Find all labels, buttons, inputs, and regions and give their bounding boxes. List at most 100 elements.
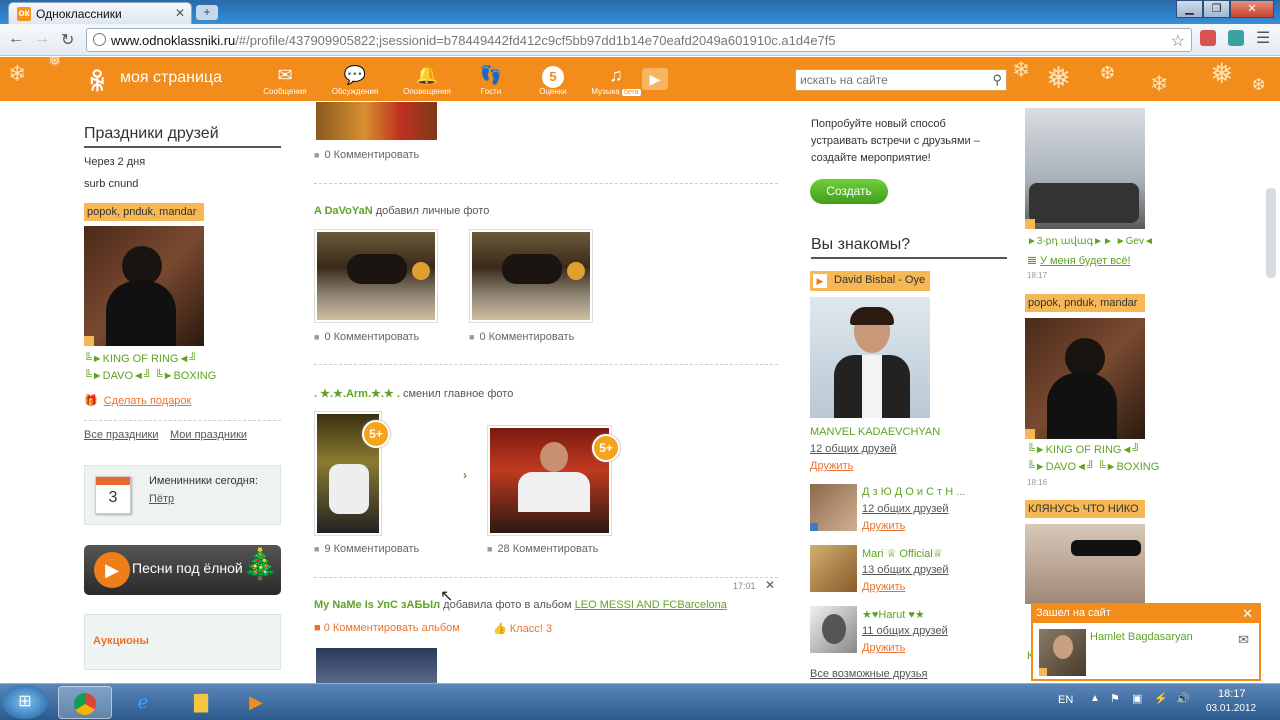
avatar[interactable] bbox=[1039, 629, 1086, 676]
feed-photo[interactable] bbox=[316, 648, 437, 684]
envelope-icon[interactable]: ✉ bbox=[1238, 632, 1249, 648]
common-friends-link[interactable]: 13 общих друзей bbox=[862, 564, 949, 576]
bookmark-star-icon[interactable]: ☆ bbox=[1171, 31, 1185, 51]
maximize-button[interactable]: ❐ bbox=[1203, 0, 1230, 18]
menu-notifications[interactable]: 🔔 Оповещения bbox=[397, 63, 457, 96]
comment-link[interactable]: 0 Комментировать bbox=[314, 149, 419, 161]
auctions-box[interactable]: Аукционы bbox=[84, 614, 281, 670]
rating-badge[interactable]: 5+ bbox=[362, 420, 390, 448]
taskbar: ⊞ ℯ ▇ ▶ EN ▲ ⚑ ▣ ⚡ 🔊 18:17 03.01.2012 bbox=[0, 683, 1280, 720]
window-controls: ▁ ❐ ✕ bbox=[1176, 0, 1274, 18]
scrollbar-thumb[interactable] bbox=[1266, 188, 1276, 278]
menu-messages[interactable]: ✉ Сообщения bbox=[255, 63, 315, 96]
start-button[interactable]: ⊞ bbox=[2, 685, 48, 719]
tray-network-icon[interactable]: ▣ bbox=[1132, 692, 1142, 705]
music-status[interactable]: ▶ David Bisbal - Oye bbox=[810, 271, 930, 291]
tray-power-icon[interactable]: ⚡ bbox=[1154, 692, 1168, 705]
author-link[interactable]: A DaVoYaN bbox=[314, 205, 373, 217]
friend-name-line1[interactable]: ╚►KING OF RING◄╝ bbox=[84, 353, 197, 365]
tab-close-icon[interactable]: ✕ bbox=[175, 6, 185, 20]
add-friend-link[interactable]: Дружить bbox=[810, 460, 853, 472]
author-link[interactable]: My NaMe Is УпС зАБЫл bbox=[314, 599, 440, 611]
suggested-friend-photo[interactable] bbox=[810, 297, 930, 418]
gift-link[interactable]: 🎁 Сделать подарок bbox=[84, 394, 191, 407]
my-holidays-link[interactable]: Мои праздники bbox=[170, 429, 247, 441]
tray-volume-icon[interactable]: 🔊 bbox=[1176, 692, 1190, 705]
friend-name-line2[interactable]: ╚►DAVO◄╝ ╚►BOXING bbox=[84, 370, 216, 382]
suggested-friend-name[interactable]: ★♥Harut ♥★ bbox=[862, 608, 925, 621]
rating-badge[interactable]: 5+ bbox=[592, 434, 620, 462]
songs-banner[interactable]: ▶ Песни под ёлной 🎄 bbox=[84, 545, 281, 595]
address-bar[interactable]: www.odnoklassniki.ru/#/profile/437909905… bbox=[86, 28, 1192, 52]
friend-name[interactable]: ►3-рդ ավագ►► ►Gev◄ bbox=[1027, 236, 1154, 247]
internet-explorer-icon[interactable]: ℯ bbox=[116, 686, 170, 719]
wrench-menu-icon[interactable]: ☰ bbox=[1256, 28, 1270, 48]
comment-link[interactable]: 0 Комментировать bbox=[314, 331, 419, 343]
search-icon[interactable]: ⚲ bbox=[992, 72, 1002, 88]
birthday-name-link[interactable]: Пётр bbox=[149, 493, 174, 505]
tray-flag-icon[interactable]: ⚑ bbox=[1110, 692, 1120, 705]
album-link[interactable]: LEO MESSI AND FCBarcelona bbox=[575, 599, 727, 611]
visitor-name[interactable]: Hamlet Bagdasaryan bbox=[1090, 631, 1193, 643]
add-friend-link[interactable]: Дружить bbox=[862, 581, 905, 593]
friend-photo[interactable] bbox=[1025, 318, 1145, 439]
mouse-cursor-icon: ↖ bbox=[440, 588, 454, 605]
common-friends-link[interactable]: 11 общих друзей bbox=[862, 625, 948, 637]
friend-name-line2[interactable]: ╚►DAVO◄╝ ╚►BOXING bbox=[1027, 461, 1159, 473]
all-possible-friends-link[interactable]: Все возможные друзья bbox=[810, 668, 927, 680]
close-icon[interactable]: ✕ bbox=[765, 578, 775, 592]
suggested-friend-photo[interactable] bbox=[810, 606, 857, 653]
comment-link[interactable]: 28 Комментировать bbox=[487, 543, 598, 555]
tray-arrow-icon[interactable]: ▲ bbox=[1090, 693, 1100, 704]
album-comment-link[interactable]: ■ 0 Комментировать альбом bbox=[314, 622, 460, 634]
suggested-friend-name[interactable]: Mari ♕ Official♕ bbox=[862, 547, 943, 560]
minimize-button[interactable]: ▁ bbox=[1176, 0, 1203, 18]
menu-discussions[interactable]: 💬 Обсуждения bbox=[325, 63, 385, 96]
friend-photo[interactable] bbox=[1025, 524, 1145, 604]
back-arrow-icon[interactable]: ← bbox=[8, 30, 24, 48]
add-friend-link[interactable]: Дружить bbox=[862, 520, 905, 532]
extension-icon[interactable] bbox=[1200, 30, 1216, 46]
new-tab-button[interactable]: + bbox=[196, 5, 218, 20]
suggested-friend-name[interactable]: MANVEL KADAEVCHYAN bbox=[810, 426, 940, 438]
close-icon[interactable]: ✕ bbox=[1242, 606, 1253, 622]
clock-time[interactable]: 18:17 bbox=[1218, 688, 1246, 700]
menu-music[interactable]: ♫ Музыка бета bbox=[586, 63, 646, 96]
comment-link[interactable]: 0 Комментировать bbox=[469, 331, 574, 343]
extension-icon[interactable] bbox=[1228, 30, 1244, 46]
play-button[interactable]: ▶ bbox=[642, 68, 668, 90]
menu-label: Музыка бета bbox=[591, 87, 641, 96]
forward-arrow-icon[interactable]: → bbox=[34, 30, 50, 48]
add-friend-link[interactable]: Дружить bbox=[862, 642, 905, 654]
folder-icon[interactable]: ▇ bbox=[174, 686, 228, 719]
like-link[interactable]: 👍 Класс! 3 bbox=[493, 622, 552, 635]
language-indicator[interactable]: EN bbox=[1058, 694, 1073, 706]
friend-photo[interactable] bbox=[84, 226, 204, 346]
create-event-button[interactable]: Создать bbox=[810, 179, 888, 204]
suggested-friend-name[interactable]: Д з Ю Д О и С т Н ... bbox=[862, 486, 965, 498]
chrome-taskbar-icon[interactable] bbox=[58, 686, 112, 719]
menu-ratings[interactable]: 5 Оценки bbox=[523, 63, 583, 96]
suggested-friend-photo[interactable] bbox=[810, 545, 857, 592]
clock-date[interactable]: 03.01.2012 bbox=[1206, 703, 1256, 714]
friend-name-line1[interactable]: ╚►KING OF RING◄╝ bbox=[1027, 444, 1140, 456]
feed-photo-frame[interactable] bbox=[314, 229, 438, 323]
all-holidays-link[interactable]: Все праздники bbox=[84, 429, 158, 441]
common-friends-link[interactable]: 12 общих друзей bbox=[862, 503, 949, 515]
feed-photo[interactable] bbox=[316, 102, 437, 140]
author-link[interactable]: . ★.★.Arm.★.★ . bbox=[314, 388, 400, 400]
reload-icon[interactable]: ↻ bbox=[61, 30, 74, 50]
friend-photo[interactable] bbox=[1025, 108, 1145, 229]
odnoklassniki-logo-icon[interactable]: ꆜ bbox=[88, 65, 110, 97]
feed-photo-frame[interactable] bbox=[469, 229, 593, 323]
my-page-link[interactable]: моя страница bbox=[120, 69, 222, 87]
media-player-icon[interactable]: ▶ bbox=[229, 686, 283, 719]
menu-guests[interactable]: 👣 Гости bbox=[461, 63, 521, 96]
common-friends-link[interactable]: 12 общих друзей bbox=[810, 443, 897, 455]
play-icon: ▶ bbox=[813, 274, 827, 288]
close-window-button[interactable]: ✕ bbox=[1230, 0, 1274, 18]
comment-link[interactable]: 9 Комментировать bbox=[314, 543, 419, 555]
search-input[interactable] bbox=[796, 70, 981, 90]
browser-tab[interactable]: ок Одноклассники ✕ bbox=[8, 2, 192, 24]
suggested-friend-photo[interactable] bbox=[810, 484, 857, 531]
